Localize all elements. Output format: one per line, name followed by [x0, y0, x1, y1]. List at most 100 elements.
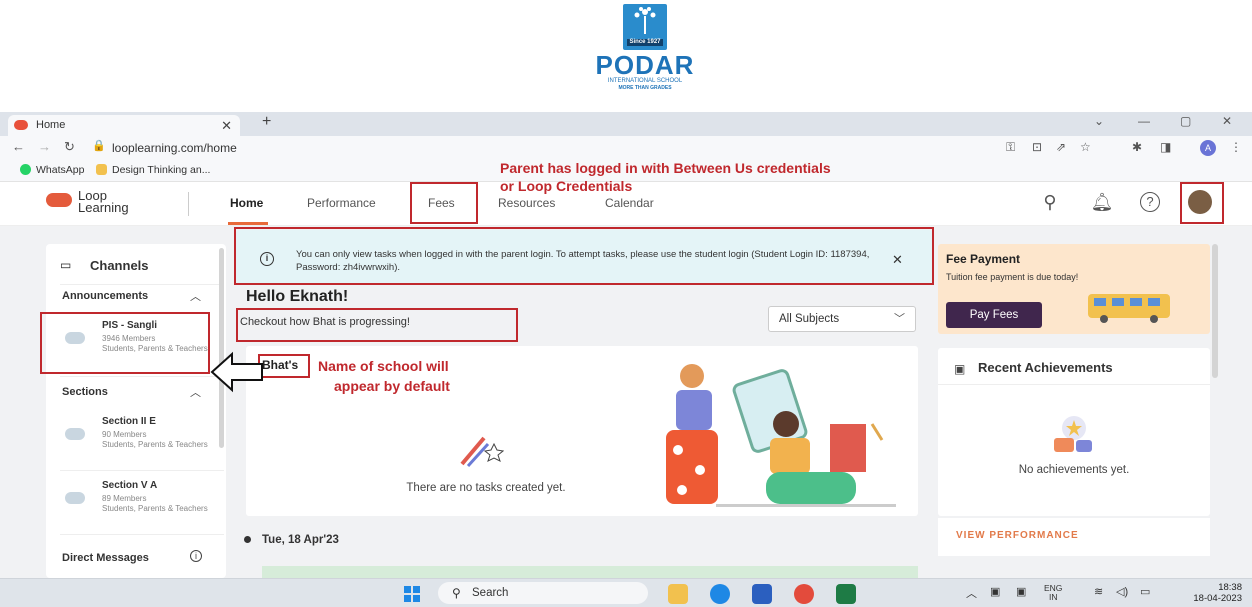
channel-icon — [65, 428, 85, 440]
channels-title: Channels — [90, 258, 149, 273]
channel-name: Section V A — [102, 480, 158, 491]
nav-performance[interactable]: Performance — [307, 196, 376, 210]
chevron-up-icon[interactable]: ︿ — [966, 585, 977, 601]
announcements-header[interactable]: Announcements — [62, 290, 148, 302]
channels-sidebar: ▭ Channels Announcements ︿ PIS - Sangli … — [46, 244, 226, 578]
wifi-icon[interactable]: ≋ — [1094, 585, 1103, 598]
close-window-icon[interactable]: ✕ — [1222, 114, 1232, 128]
install-icon[interactable]: ⊡ — [1032, 140, 1042, 154]
notification-bell-icon[interactable]: 🔔︎ — [1090, 190, 1114, 214]
divider — [60, 470, 224, 471]
nav-calendar[interactable]: Calendar — [605, 196, 654, 210]
divider — [60, 534, 224, 535]
browser-menu-icon[interactable]: ⋮ — [1230, 140, 1242, 154]
sidebar-scrollbar[interactable] — [219, 248, 224, 448]
subject-filter-select[interactable]: All Subjects ﹀ — [768, 306, 916, 332]
achievements-card: ▣ Recent Achievements No achievements ye… — [938, 348, 1210, 516]
clock-time: 18:38 — [1218, 582, 1242, 593]
clock-date: 18-04-2023 — [1193, 593, 1242, 604]
page-scrollbar[interactable] — [1212, 244, 1218, 378]
subtitle-highlight-box — [236, 308, 518, 342]
excel-icon[interactable] — [836, 584, 856, 604]
fee-payment-card: Fee Payment Tuition fee payment is due t… — [938, 244, 1210, 334]
taskbar-search-label: Search — [472, 587, 509, 599]
back-icon[interactable]: ← — [12, 139, 25, 154]
achievement-badge-illustration — [1054, 416, 1092, 452]
view-performance-link[interactable]: VIEW PERFORMANCE — [938, 518, 1210, 556]
channel-members: 89 Members — [102, 494, 147, 503]
restore-icon[interactable]: ▢ — [1180, 114, 1191, 128]
nav-resources[interactable]: Resources — [498, 196, 555, 210]
extensions-icon[interactable]: ✱ — [1132, 140, 1142, 154]
system-clock[interactable]: 18:38 18-04-2023 — [1180, 582, 1242, 604]
channel-section-ii-e[interactable]: Section II E 90 Members Students, Parents… — [60, 412, 218, 470]
login-annotation-line2: or Loop Credentials — [500, 178, 633, 194]
browser-tab[interactable]: Home ✕ — [8, 115, 240, 136]
chevron-up-icon[interactable]: ︿ — [190, 384, 201, 400]
tab-search-chevron-icon[interactable]: ⌄ — [1094, 114, 1104, 128]
timeline-item — [262, 566, 918, 578]
channels-icon: ▭ — [60, 258, 72, 272]
logo-subtitle: INTERNATIONAL SCHOOL — [607, 78, 683, 84]
greeting: Hello Eknath! — [246, 288, 349, 305]
fees-highlight-box — [410, 182, 478, 224]
minimize-icon[interactable]: — — [1138, 114, 1150, 128]
share-icon[interactable]: ⇗ — [1056, 140, 1066, 154]
pencil-brush-icon — [460, 436, 504, 468]
logo-since: Since 1927 — [627, 39, 663, 46]
sections-header[interactable]: Sections — [62, 386, 108, 398]
language-indicator[interactable]: ENG IN — [1044, 584, 1062, 602]
channel-meta: 90 Members Students, Parents & Teachers — [102, 430, 212, 449]
direct-messages-header[interactable]: Direct Messages — [62, 552, 149, 564]
browser-tab-bar: Home ✕ + ⌄ — ▢ ✕ — [0, 112, 1252, 136]
chevron-up-icon[interactable]: ︿ — [190, 288, 201, 304]
tray-app-icon[interactable]: ▣ — [1016, 585, 1026, 598]
word-icon[interactable] — [752, 584, 772, 604]
help-icon[interactable]: ? — [1140, 192, 1160, 212]
battery-icon[interactable]: ▭ — [1140, 585, 1150, 598]
lock-icon[interactable]: 🔒 — [92, 139, 106, 152]
subject-filter-value: All Subjects — [779, 313, 840, 325]
bookmark-whatsapp[interactable]: WhatsApp — [20, 164, 84, 176]
new-tab-icon[interactable]: + — [262, 113, 271, 131]
browser-profile-avatar[interactable]: A — [1200, 140, 1216, 156]
divider — [60, 284, 224, 285]
channel-members: 90 Members — [102, 430, 147, 439]
edge-icon[interactable] — [710, 584, 730, 604]
close-tab-icon[interactable]: ✕ — [221, 115, 232, 136]
loop-favicon-icon — [14, 120, 28, 130]
trophy-icon: ▣ — [954, 362, 966, 376]
reload-icon[interactable]: ↻ — [64, 139, 75, 155]
fee-text: Tuition fee payment is due today! — [946, 272, 1079, 282]
volume-icon[interactable]: ◁) — [1116, 585, 1128, 598]
fee-title: Fee Payment — [946, 252, 1021, 266]
forward-icon[interactable]: → — [38, 139, 51, 154]
timeline-dot — [244, 536, 251, 543]
header-divider — [188, 192, 189, 216]
file-explorer-icon[interactable] — [668, 584, 688, 604]
pay-fees-button[interactable]: Pay Fees — [946, 302, 1042, 328]
students-illustration — [666, 364, 896, 507]
tray-app-icon[interactable]: ▣ — [990, 585, 1000, 598]
side-panel-icon[interactable]: ◨ — [1160, 140, 1171, 154]
active-nav-indicator — [228, 222, 268, 225]
taskbar-search[interactable]: ⚲ Search — [438, 582, 648, 604]
search-icon: ⚲ — [452, 586, 461, 600]
owl-logo-icon — [46, 193, 72, 207]
channel-section-v-a[interactable]: Section V A 89 Members Students, Parents … — [60, 476, 218, 534]
school-annotation-line2: appear by default — [334, 378, 450, 394]
nav-home[interactable]: Home — [230, 196, 263, 210]
info-icon[interactable]: i — [190, 550, 202, 562]
search-icon[interactable]: ⚲ — [1038, 190, 1062, 214]
windows-start-icon[interactable] — [404, 586, 420, 602]
key-icon[interactable]: ⚿ — [1006, 140, 1015, 155]
chrome-icon[interactable] — [794, 584, 814, 604]
arrow-left-icon — [210, 351, 263, 393]
timeline-date: Tue, 18 Apr'23 — [262, 534, 339, 546]
bookmark-design-thinking[interactable]: Design Thinking an... — [96, 164, 210, 176]
channel-icon — [65, 492, 85, 504]
bookmark-star-icon[interactable]: ☆ — [1080, 140, 1091, 154]
channel-name: Section II E — [102, 416, 156, 427]
url-field[interactable]: looplearning.com/home — [112, 139, 992, 157]
logo-tagline: MORE THAN GRADES — [618, 85, 672, 91]
